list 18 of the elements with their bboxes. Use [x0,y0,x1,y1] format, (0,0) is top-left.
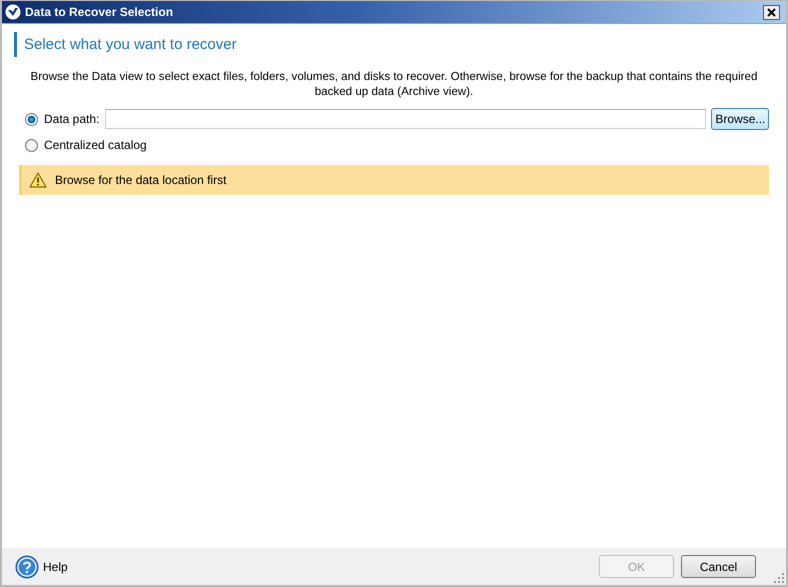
warning-icon [29,172,47,188]
help-icon[interactable] [15,554,39,578]
path-field[interactable] [105,109,706,129]
radio-button[interactable] [25,112,38,126]
description-text: Browse the Data view to select exact files, folders, volumes, and disks to recover. Otherwise, browse for the backup that contains the required backed up data (Archive view). [30,69,758,99]
browse-button[interactable]: Browse... [711,108,770,130]
option-label[interactable]: Data path: [44,112,100,126]
close-button[interactable] [763,4,780,20]
section-heading: Select what you want to recover [14,32,771,57]
close-icon [767,8,776,16]
warning-text: Browse for the data location first [55,173,226,187]
checkmark-logo-icon [5,4,21,20]
resize-grip-icon[interactable] [774,573,784,583]
dialog-button[interactable]: Cancel [681,555,756,578]
option-label[interactable]: Centralized catalog [44,138,147,152]
window-title: Data to Recover Selection [25,5,174,19]
radio-button[interactable] [25,138,38,152]
help-link[interactable]: Help [43,560,68,574]
